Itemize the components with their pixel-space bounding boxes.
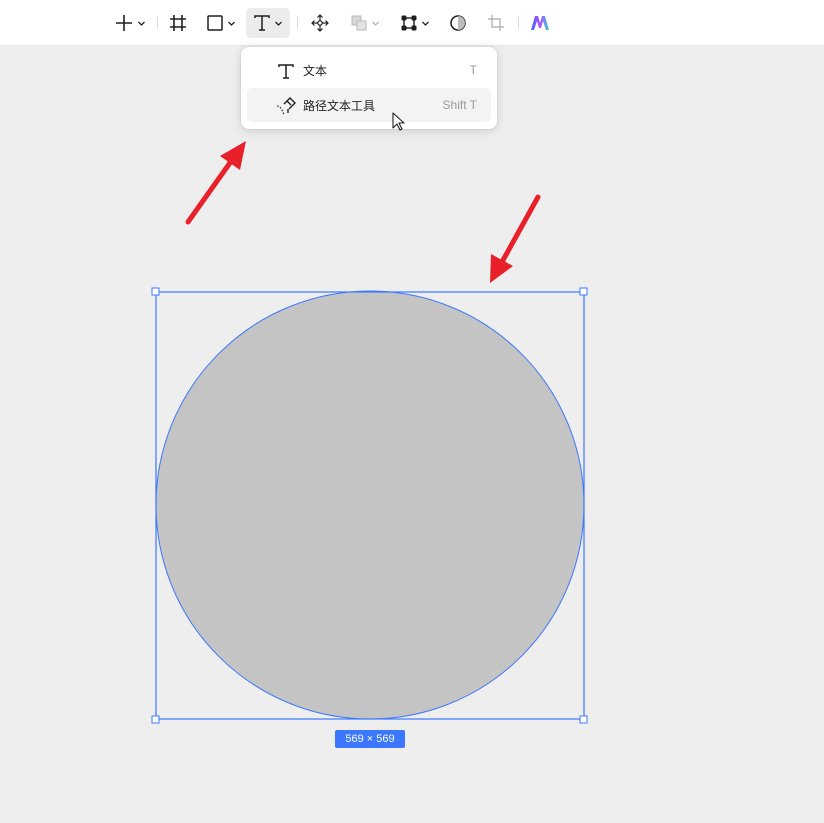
menu-item-label: 文本 [303, 63, 328, 78]
annotation-arrow-up [185, 141, 246, 225]
resize-handle-bottom-left[interactable] [151, 715, 160, 724]
menu-item-path-text-tool[interactable]: 路径文本工具 Shift T [247, 88, 491, 122]
annotation-arrow-down [490, 194, 541, 283]
text-icon [278, 64, 294, 79]
ellipse-shape[interactable] [155, 290, 585, 720]
path-text-icon [276, 97, 296, 116]
text-tool-menu: 文本 T 路径文本工具 Shift T [241, 47, 497, 129]
selection-size-badge: 569 × 569 [335, 730, 405, 748]
mouse-cursor-icon [392, 112, 405, 131]
menu-item-label: 路径文本工具 [303, 98, 376, 113]
resize-handle-top-right[interactable] [579, 287, 588, 296]
menu-item-shortcut: T [469, 63, 477, 77]
resize-handle-top-left[interactable] [151, 287, 160, 296]
menu-item-text[interactable]: 文本 T [247, 53, 491, 87]
menu-item-shortcut: Shift T [442, 98, 477, 112]
resize-handle-bottom-right[interactable] [579, 715, 588, 724]
